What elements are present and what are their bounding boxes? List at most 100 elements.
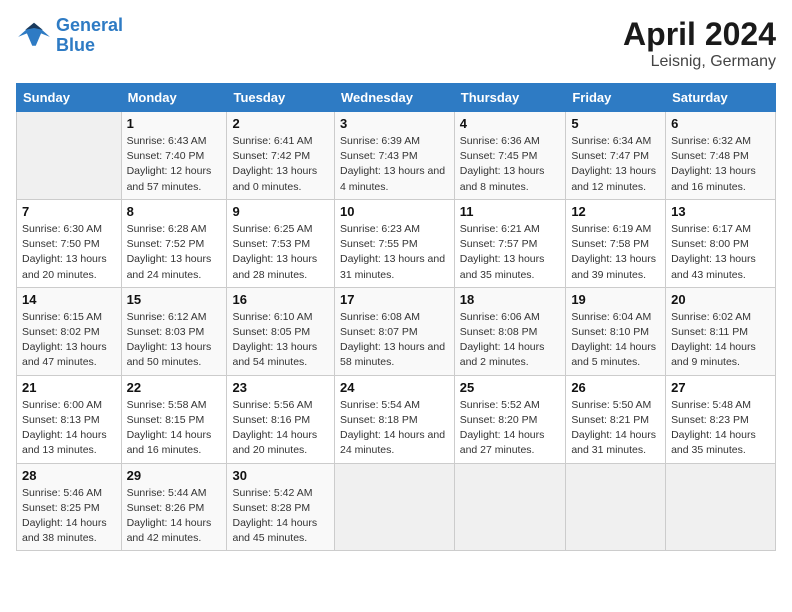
calendar-cell: 6Sunrise: 6:32 AMSunset: 7:48 PMDaylight… <box>666 112 776 200</box>
calendar-cell: 12 Sunrise: 6:19 AMSunset: 7:58 PMDayligh… <box>566 199 666 287</box>
logo-bird-icon <box>16 21 52 51</box>
day-info: Sunrise: 5:42 AMSunset: 8:28 PMDaylight:… <box>232 486 329 547</box>
calendar-cell: 20 Sunrise: 6:02 AMSunset: 8:11 PMDayligh… <box>666 287 776 375</box>
day-info: Sunrise: 5:52 AMSunset: 8:20 PMDaylight:… <box>460 398 561 459</box>
calendar-cell: 21Sunrise: 6:00 AMSunset: 8:13 PMDayligh… <box>17 375 122 463</box>
calendar-cell: 8 Sunrise: 6:28 AMSunset: 7:52 PMDaylight… <box>121 199 227 287</box>
calendar-cell <box>334 463 454 551</box>
day-number: 15 <box>127 292 222 307</box>
calendar-cell: 9 Sunrise: 6:25 AMSunset: 7:53 PMDaylight… <box>227 199 335 287</box>
calendar-cell: 24 Sunrise: 5:54 AMSunset: 8:18 PMDayligh… <box>334 375 454 463</box>
weekday-header-row: SundayMondayTuesdayWednesdayThursdayFrid… <box>17 84 776 112</box>
weekday-header-friday: Friday <box>566 84 666 112</box>
calendar-cell: 10 Sunrise: 6:23 AMSunset: 7:55 PMDayligh… <box>334 199 454 287</box>
day-info: Sunrise: 6:02 AMSunset: 8:11 PMDaylight:… <box>671 310 770 371</box>
calendar-cell <box>454 463 566 551</box>
day-info: Sunrise: 6:30 AMSunset: 7:50 PMDaylight:… <box>22 222 116 283</box>
calendar-cell: 26 Sunrise: 5:50 AMSunset: 8:21 PMDayligh… <box>566 375 666 463</box>
calendar-cell: 2 Sunrise: 6:41 AMSunset: 7:42 PMDaylight… <box>227 112 335 200</box>
day-info: Sunrise: 6:06 AMSunset: 8:08 PMDaylight:… <box>460 310 561 371</box>
day-number: 21 <box>22 380 116 395</box>
weekday-header-saturday: Saturday <box>666 84 776 112</box>
day-number: 4 <box>460 116 561 131</box>
weekday-header-tuesday: Tuesday <box>227 84 335 112</box>
day-info: Sunrise: 6:25 AMSunset: 7:53 PMDaylight:… <box>232 222 329 283</box>
day-number: 8 <box>127 204 222 219</box>
day-info: Sunrise: 5:54 AMSunset: 8:18 PMDaylight:… <box>340 398 449 459</box>
logo: General Blue <box>16 16 123 56</box>
day-info: Sunrise: 5:50 AMSunset: 8:21 PMDaylight:… <box>571 398 660 459</box>
day-info: Sunrise: 6:41 AMSunset: 7:42 PMDaylight:… <box>232 134 329 195</box>
day-number: 6 <box>671 116 770 131</box>
day-info: Sunrise: 5:46 AMSunset: 8:25 PMDaylight:… <box>22 486 116 547</box>
calendar-cell: 1 Sunrise: 6:43 AMSunset: 7:40 PMDaylight… <box>121 112 227 200</box>
day-info: Sunrise: 6:08 AMSunset: 8:07 PMDaylight:… <box>340 310 449 371</box>
day-info: Sunrise: 6:23 AMSunset: 7:55 PMDaylight:… <box>340 222 449 283</box>
week-row-3: 14 Sunrise: 6:15 AMSunset: 8:02 PMDayligh… <box>17 287 776 375</box>
calendar-cell: 3 Sunrise: 6:39 AMSunset: 7:43 PMDaylight… <box>334 112 454 200</box>
day-number: 9 <box>232 204 329 219</box>
day-number: 1 <box>127 116 222 131</box>
day-info: Sunrise: 5:48 AMSunset: 8:23 PMDaylight:… <box>671 398 770 459</box>
calendar-cell: 28 Sunrise: 5:46 AMSunset: 8:25 PMDayligh… <box>17 463 122 551</box>
day-number: 20 <box>671 292 770 307</box>
day-number: 23 <box>232 380 329 395</box>
title-area: April 2024 Leisnig, Germany <box>623 16 776 71</box>
day-info: Sunrise: 5:44 AMSunset: 8:26 PMDaylight:… <box>127 486 222 547</box>
day-number: 28 <box>22 468 116 483</box>
day-number: 30 <box>232 468 329 483</box>
calendar-cell: 5Sunrise: 6:34 AMSunset: 7:47 PMDaylight… <box>566 112 666 200</box>
weekday-header-monday: Monday <box>121 84 227 112</box>
calendar-title: April 2024 <box>623 16 776 53</box>
day-number: 10 <box>340 204 449 219</box>
day-number: 11 <box>460 204 561 219</box>
day-number: 27 <box>671 380 770 395</box>
calendar-cell: 25 Sunrise: 5:52 AMSunset: 8:20 PMDayligh… <box>454 375 566 463</box>
day-info: Sunrise: 6:21 AMSunset: 7:57 PMDaylight:… <box>460 222 561 283</box>
calendar-cell <box>666 463 776 551</box>
calendar-subtitle: Leisnig, Germany <box>623 53 776 71</box>
day-info: Sunrise: 6:28 AMSunset: 7:52 PMDaylight:… <box>127 222 222 283</box>
day-number: 25 <box>460 380 561 395</box>
week-row-2: 7 Sunrise: 6:30 AMSunset: 7:50 PMDaylight… <box>17 199 776 287</box>
weekday-header-wednesday: Wednesday <box>334 84 454 112</box>
calendar-cell: 16 Sunrise: 6:10 AMSunset: 8:05 PMDayligh… <box>227 287 335 375</box>
day-info: Sunrise: 6:15 AMSunset: 8:02 PMDaylight:… <box>22 310 116 371</box>
calendar-cell: 19Sunrise: 6:04 AMSunset: 8:10 PMDayligh… <box>566 287 666 375</box>
week-row-5: 28 Sunrise: 5:46 AMSunset: 8:25 PMDayligh… <box>17 463 776 551</box>
weekday-header-thursday: Thursday <box>454 84 566 112</box>
day-number: 19 <box>571 292 660 307</box>
day-number: 17 <box>340 292 449 307</box>
day-info: Sunrise: 5:56 AMSunset: 8:16 PMDaylight:… <box>232 398 329 459</box>
week-row-1: 1 Sunrise: 6:43 AMSunset: 7:40 PMDaylight… <box>17 112 776 200</box>
day-info: Sunrise: 6:10 AMSunset: 8:05 PMDaylight:… <box>232 310 329 371</box>
day-number: 13 <box>671 204 770 219</box>
calendar-cell: 4Sunrise: 6:36 AMSunset: 7:45 PMDaylight… <box>454 112 566 200</box>
day-info: Sunrise: 6:17 AMSunset: 8:00 PMDaylight:… <box>671 222 770 283</box>
day-number: 2 <box>232 116 329 131</box>
day-info: Sunrise: 6:12 AMSunset: 8:03 PMDaylight:… <box>127 310 222 371</box>
calendar-cell: 22Sunrise: 5:58 AMSunset: 8:15 PMDayligh… <box>121 375 227 463</box>
calendar-cell: 27 Sunrise: 5:48 AMSunset: 8:23 PMDayligh… <box>666 375 776 463</box>
day-number: 29 <box>127 468 222 483</box>
day-number: 24 <box>340 380 449 395</box>
day-info: Sunrise: 6:19 AMSunset: 7:58 PMDaylight:… <box>571 222 660 283</box>
calendar-cell: 29 Sunrise: 5:44 AMSunset: 8:26 PMDayligh… <box>121 463 227 551</box>
calendar-cell: 13 Sunrise: 6:17 AMSunset: 8:00 PMDayligh… <box>666 199 776 287</box>
day-number: 18 <box>460 292 561 307</box>
day-info: Sunrise: 6:39 AMSunset: 7:43 PMDaylight:… <box>340 134 449 195</box>
calendar-table: SundayMondayTuesdayWednesdayThursdayFrid… <box>16 83 776 551</box>
calendar-cell: 14 Sunrise: 6:15 AMSunset: 8:02 PMDayligh… <box>17 287 122 375</box>
day-info: Sunrise: 5:58 AMSunset: 8:15 PMDaylight:… <box>127 398 222 459</box>
day-info: Sunrise: 6:43 AMSunset: 7:40 PMDaylight:… <box>127 134 222 195</box>
day-number: 26 <box>571 380 660 395</box>
day-number: 14 <box>22 292 116 307</box>
calendar-cell: 7 Sunrise: 6:30 AMSunset: 7:50 PMDaylight… <box>17 199 122 287</box>
day-number: 5 <box>571 116 660 131</box>
day-number: 12 <box>571 204 660 219</box>
day-number: 16 <box>232 292 329 307</box>
calendar-cell: 23 Sunrise: 5:56 AMSunset: 8:16 PMDayligh… <box>227 375 335 463</box>
day-number: 3 <box>340 116 449 131</box>
day-number: 7 <box>22 204 116 219</box>
calendar-cell: 11 Sunrise: 6:21 AMSunset: 7:57 PMDayligh… <box>454 199 566 287</box>
